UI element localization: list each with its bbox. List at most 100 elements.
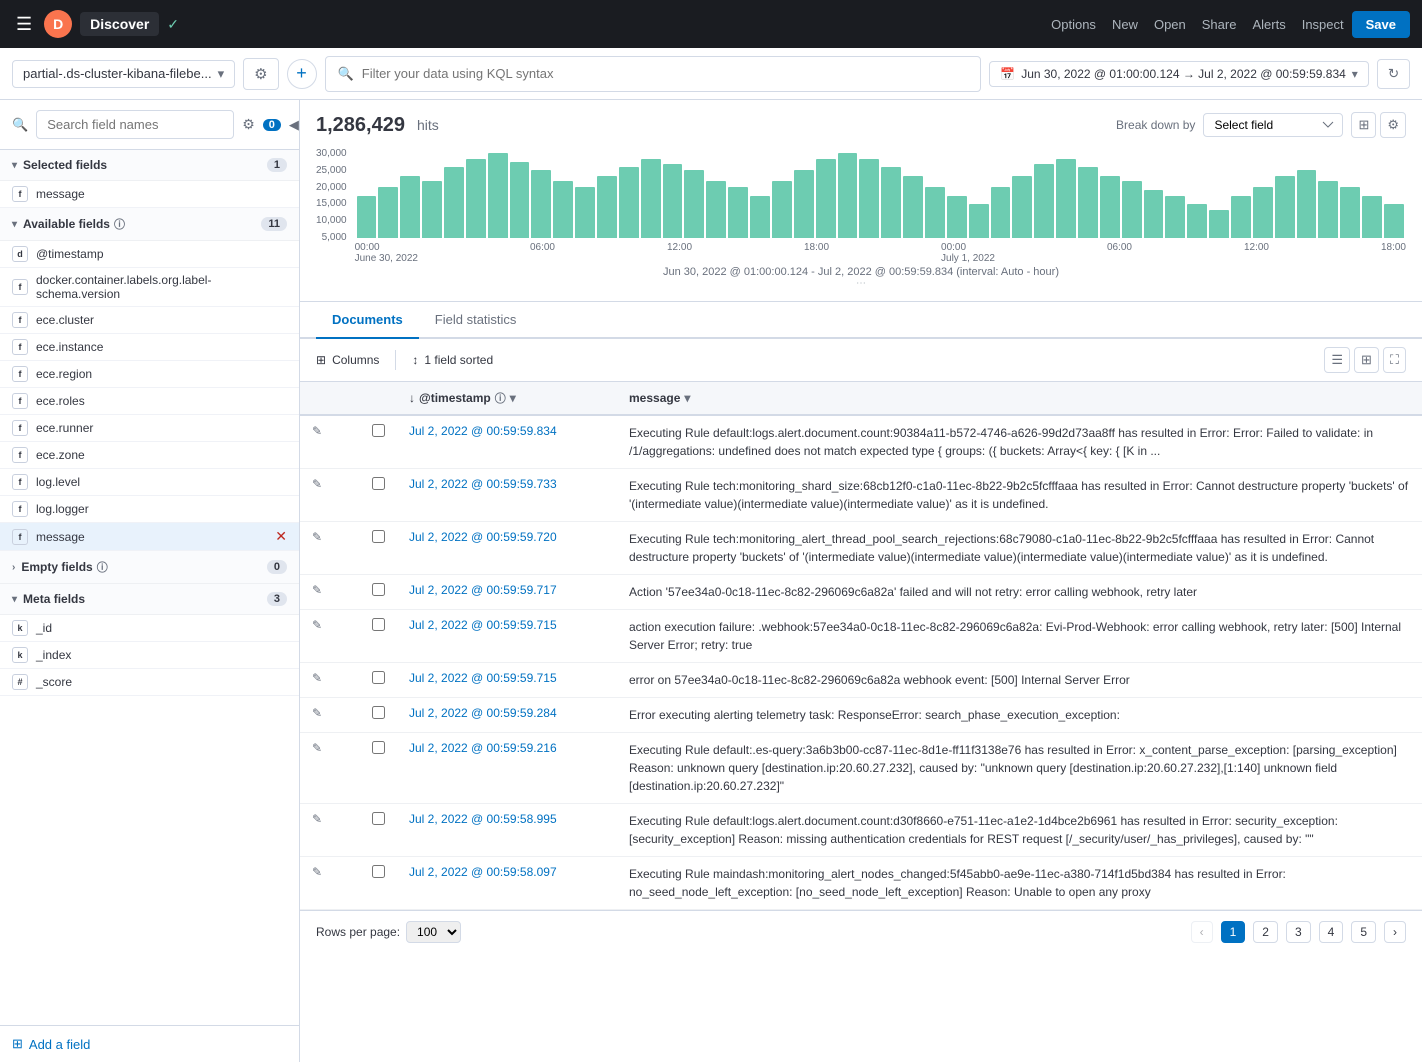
row-checkbox[interactable]: [372, 424, 385, 437]
kql-input[interactable]: [362, 66, 968, 81]
edit-icon[interactable]: ✎: [312, 618, 322, 632]
chevron-down-icon[interactable]: ▾: [684, 391, 690, 405]
available-field-ece-roles[interactable]: f ece.roles: [0, 388, 299, 415]
add-filter-button[interactable]: +: [287, 59, 317, 89]
message-col-label: message: [629, 391, 680, 405]
grid-view-button[interactable]: ⊞: [1354, 347, 1379, 373]
tab-field-statistics[interactable]: Field statistics: [419, 302, 533, 339]
filter-icon[interactable]: ⚙: [242, 116, 255, 133]
refresh-button[interactable]: ↻: [1377, 59, 1410, 89]
inspect-link[interactable]: Inspect: [1302, 17, 1344, 32]
histogram-bar: [903, 176, 923, 238]
alerts-link[interactable]: Alerts: [1252, 17, 1285, 32]
th-timestamp[interactable]: ↓ @timestamp ⓘ ▾: [397, 382, 617, 415]
available-field-docker-container-labels-org-label-schema-version[interactable]: f docker.container.labels.org.label-sche…: [0, 268, 299, 307]
data-source-selector[interactable]: partial-.ds-cluster-kibana-filebe... ▾: [12, 60, 235, 88]
row-checkbox[interactable]: [372, 671, 385, 684]
meta-fields-label: Meta fields: [23, 592, 85, 606]
edit-icon[interactable]: ✎: [312, 424, 322, 438]
chart-settings-button[interactable]: ⚙: [1380, 112, 1406, 138]
meta-field-_score[interactable]: # _score: [0, 669, 299, 696]
save-button[interactable]: Save: [1352, 11, 1410, 38]
prev-page-button[interactable]: ‹: [1191, 921, 1213, 943]
available-field-ece-region[interactable]: f ece.region: [0, 361, 299, 388]
sort-button[interactable]: ↕ 1 field sorted: [412, 353, 493, 367]
available-field-log-level[interactable]: f log.level: [0, 469, 299, 496]
table-tabs: Documents Field statistics: [300, 302, 1422, 339]
page-5-button[interactable]: 5: [1351, 921, 1376, 943]
meta-fields-section-header[interactable]: ▾ Meta fields 3: [0, 584, 299, 615]
rows-per-page-select[interactable]: 100: [406, 921, 461, 943]
row-checkbox[interactable]: [372, 530, 385, 543]
available-field-ece-instance[interactable]: f ece.instance: [0, 334, 299, 361]
hamburger-icon[interactable]: ☰: [12, 10, 36, 39]
filter-options-button[interactable]: ⚙: [243, 58, 278, 90]
remove-field-button[interactable]: ✕: [275, 528, 287, 545]
field-search-input[interactable]: [36, 110, 234, 139]
tab-documents[interactable]: Documents: [316, 302, 419, 339]
page-4-button[interactable]: 4: [1319, 921, 1344, 943]
share-link[interactable]: Share: [1202, 17, 1237, 32]
meta-field-_index[interactable]: k _index: [0, 642, 299, 669]
next-page-button[interactable]: ›: [1384, 921, 1406, 943]
edit-icon[interactable]: ✎: [312, 741, 322, 755]
row-timestamp: Jul 2, 2022 @ 00:59:59.717: [397, 575, 617, 610]
edit-icon[interactable]: ✎: [312, 706, 322, 720]
chevron-down-icon: ▾: [12, 160, 17, 171]
empty-fields-section-header[interactable]: › Empty fields ⓘ 0: [0, 551, 299, 584]
edit-icon[interactable]: ✎: [312, 477, 322, 491]
chart-resize-handle[interactable]: ⋯: [316, 278, 1406, 289]
row-checkbox[interactable]: [372, 477, 385, 490]
row-checkbox[interactable]: [372, 618, 385, 631]
edit-icon[interactable]: ✎: [312, 812, 322, 826]
available-fields-section-header[interactable]: ▾ Available fields ⓘ 11: [0, 208, 299, 241]
available-field-log-logger[interactable]: f log.logger: [0, 496, 299, 523]
available-fields-list: d @timestamp f docker.container.labels.o…: [0, 241, 299, 551]
open-link[interactable]: Open: [1154, 17, 1186, 32]
edit-icon[interactable]: ✎: [312, 583, 322, 597]
app-name[interactable]: Discover: [80, 12, 159, 36]
available-field-message[interactable]: f message ✕: [0, 523, 299, 551]
edit-icon[interactable]: ✎: [312, 865, 322, 879]
row-checkbox-cell: [360, 522, 397, 575]
row-message: Executing Rule maindash:monitoring_alert…: [617, 857, 1422, 910]
page-1-button[interactable]: 1: [1221, 921, 1246, 943]
histogram-bar: [1165, 196, 1185, 239]
row-checkbox[interactable]: [372, 865, 385, 878]
full-screen-button[interactable]: ⛶: [1383, 347, 1406, 373]
row-checkbox[interactable]: [372, 812, 385, 825]
available-field-@timestamp[interactable]: d @timestamp: [0, 241, 299, 268]
histogram-bar: [1100, 176, 1120, 238]
rows-view-button[interactable]: ☰: [1324, 347, 1350, 373]
row-checkbox[interactable]: [372, 741, 385, 754]
new-link[interactable]: New: [1112, 17, 1138, 32]
date-picker[interactable]: 📅 Jun 30, 2022 @ 01:00:00.124 → Jul 2, 2…: [989, 61, 1369, 87]
edit-icon[interactable]: ✎: [312, 530, 322, 544]
add-field-button[interactable]: ⊞ Add a field: [12, 1036, 90, 1052]
table-toolbar: ⊞ Columns ↕ 1 field sorted ☰ ⊞ ⛶: [300, 339, 1422, 382]
histogram-bars: [355, 148, 1406, 238]
nav-links: Options New Open Share Alerts Inspect: [1051, 17, 1344, 32]
top-navigation: ☰ D Discover ✓ Options New Open Share Al…: [0, 0, 1422, 48]
selected-field-message[interactable]: f message: [0, 181, 299, 208]
collapse-sidebar-button[interactable]: ◀: [289, 117, 299, 133]
chevron-down-icon[interactable]: ▾: [510, 391, 516, 405]
row-checkbox[interactable]: [372, 706, 385, 719]
available-field-ece-cluster[interactable]: f ece.cluster: [0, 307, 299, 334]
meta-field-_id[interactable]: k _id: [0, 615, 299, 642]
row-checkbox[interactable]: [372, 583, 385, 596]
histogram-bar: [1340, 187, 1360, 238]
columns-button[interactable]: ⊞ Columns: [316, 353, 379, 367]
options-link[interactable]: Options: [1051, 17, 1096, 32]
page-3-button[interactable]: 3: [1286, 921, 1311, 943]
selected-fields-section-header[interactable]: ▾ Selected fields 1: [0, 150, 299, 181]
available-field-ece-zone[interactable]: f ece.zone: [0, 442, 299, 469]
breakdown-select[interactable]: Select field: [1203, 113, 1343, 137]
available-field-ece-runner[interactable]: f ece.runner: [0, 415, 299, 442]
histogram-bar: [597, 176, 617, 238]
field-type-badge: f: [12, 279, 28, 295]
chart-view-button[interactable]: ⊞: [1351, 112, 1376, 138]
edit-icon[interactable]: ✎: [312, 671, 322, 685]
page-2-button[interactable]: 2: [1253, 921, 1278, 943]
histogram-bar: [444, 167, 464, 238]
